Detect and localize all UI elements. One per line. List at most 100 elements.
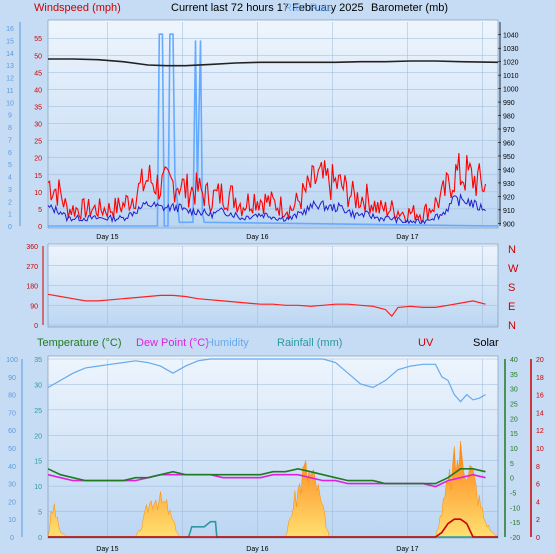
weather-charts: Windspeed (mph) Current last 72 hours 17…	[6, 2, 544, 553]
humidity-axis-tick-label: 100	[6, 357, 18, 364]
humidity-axis-tick-label: 10	[8, 517, 16, 524]
direction-axis-tick-label: 0	[34, 323, 38, 330]
wind-axis-tick-label: 20	[34, 156, 42, 163]
rain-rate-axis-tick-label: 7	[8, 137, 12, 144]
rain-rate-axis-tick-label: 13	[6, 63, 14, 70]
baro-axis-tick-label: 930	[503, 181, 515, 188]
wind-axis-tick-label: 15	[34, 173, 42, 180]
baro-axis-tick-label: 950	[503, 154, 515, 161]
uv-axis-tick-label: 2	[536, 517, 540, 524]
temperature-axis-tick-label: -20	[510, 535, 520, 542]
temperature-axis-tick-label: -5	[510, 491, 516, 498]
rain-rate-axis-tick-label: 4	[8, 175, 12, 182]
baro-axis-tick-label: 920	[503, 194, 515, 201]
wind-barometer-panel: 0510152025303540455055012345678910111213…	[6, 19, 519, 241]
rainfall-legend: Rainfall (mm)	[277, 337, 342, 349]
baro-axis-tick-label: 910	[503, 208, 515, 215]
uv-legend: UV	[418, 337, 434, 349]
wind-axis-tick-label: 0	[38, 224, 42, 231]
baro-axis-tick-label: 990	[503, 100, 515, 107]
humidity-axis-tick-label: 90	[8, 375, 16, 382]
rainfall-axis-tick-label: 35	[34, 357, 42, 364]
humidity-legend: Humidity	[206, 337, 249, 349]
rain-rate-axis-tick-label: 9	[8, 113, 12, 120]
humidity-axis-tick-label: 60	[8, 428, 16, 435]
baro-axis-tick-label: 1030	[503, 46, 519, 53]
humidity-axis-tick-label: 80	[8, 393, 16, 400]
rain-rate-axis-tick-label: 15	[6, 38, 14, 45]
dew-point-legend: Dew Point (°C)	[136, 337, 209, 349]
baro-axis-tick-label: 940	[503, 167, 515, 174]
temperature-legend: Temperature (°C)	[37, 337, 121, 349]
direction-axis-tick-label: 360	[26, 244, 38, 251]
temperature-axis-tick-label: 0	[510, 476, 514, 483]
wind-axis-tick-label: 40	[34, 87, 42, 94]
uv-axis-tick-label: 18	[536, 375, 544, 382]
rainfall-axis-tick-label: 5	[38, 510, 42, 517]
barometer-axis-title: Barometer (mb)	[371, 2, 448, 14]
humidity-axis-tick-label: 0	[10, 535, 14, 542]
baro-axis-tick-label: 1010	[503, 73, 519, 80]
windspeed-axis-title: Windspeed (mph)	[34, 2, 121, 14]
rainfall-axis-tick-label: 20	[34, 433, 42, 440]
temp-x-tick-label: Day 15	[96, 546, 118, 553]
uv-axis-tick-label: 4	[536, 499, 540, 506]
temperature-axis-tick-label: 15	[510, 431, 518, 438]
temperature-axis-tick-label: 20	[510, 416, 518, 423]
rain-rate-overlay-title: Rain Rate	[284, 2, 333, 14]
compass-label: S	[508, 282, 515, 294]
direction-axis-tick-label: 90	[30, 303, 38, 310]
wind-direction-panel: 090180270360 NWSEN	[26, 243, 519, 332]
uv-axis-tick-label: 12	[536, 428, 544, 435]
temp-x-tick-label: Day 17	[396, 546, 418, 553]
rain-rate-axis-tick-label: 1	[8, 212, 12, 219]
rain-rate-axis-tick-label: 3	[8, 187, 12, 194]
wind-axis-tick-label: 55	[34, 36, 42, 43]
humidity-axis-tick-label: 40	[8, 464, 16, 471]
rainfall-axis-tick-label: 0	[38, 535, 42, 542]
rain-rate-axis-tick-label: 11	[6, 88, 13, 95]
baro-axis-tick-label: 960	[503, 140, 515, 147]
temperature-axis-tick-label: 35	[510, 372, 518, 379]
humidity-axis-tick-label: 20	[8, 499, 16, 506]
baro-axis-tick-label: 1040	[503, 33, 519, 40]
rainfall-axis-tick-label: 15	[34, 459, 42, 466]
direction-axis-tick-label: 270	[26, 264, 38, 271]
baro-axis-tick-label: 970	[503, 127, 515, 134]
uv-axis-tick-label: 8	[536, 464, 540, 471]
rainfall-axis-tick-label: 25	[34, 408, 42, 415]
wind-axis-tick-label: 10	[34, 190, 42, 197]
uv-axis-tick-label: 0	[536, 535, 540, 542]
temperature-axis-tick-label: 5	[510, 461, 514, 468]
wind-axis-tick-label: 5	[38, 207, 42, 214]
baro-axis-tick-label: 900	[503, 221, 515, 228]
rain-rate-axis-tick-label: 16	[6, 26, 14, 33]
rain-rate-axis-tick-label: 2	[8, 199, 12, 206]
solar-legend: Solar	[473, 337, 499, 349]
wind-x-tick-label: Day 17	[396, 234, 418, 241]
humidity-axis-tick-label: 70	[8, 410, 16, 417]
humidity-axis-tick-label: 50	[8, 446, 16, 453]
humidity-axis-tick-label: 30	[8, 482, 16, 489]
rainfall-axis-tick-label: 10	[34, 484, 42, 491]
baro-axis-tick-label: 980	[503, 114, 515, 121]
compass-label: E	[508, 301, 515, 313]
wind-axis-tick-label: 35	[34, 105, 42, 112]
wind-x-tick-label: Day 16	[246, 234, 268, 241]
panel-temp-background	[47, 355, 499, 539]
rainfall-axis-tick-label: 30	[34, 382, 42, 389]
chart-title: Current last 72 hours 17 February 2025	[171, 2, 364, 14]
uv-axis-tick-label: 6	[536, 482, 540, 489]
wind-axis-tick-label: 25	[34, 139, 42, 146]
compass-label: W	[508, 263, 519, 275]
temperature-axis-tick-label: 30	[510, 387, 518, 394]
temperature-axis-tick-label: -10	[510, 505, 520, 512]
temp-x-tick-label: Day 16	[246, 546, 268, 553]
temp-humidity-rain-panel: 051015202530350102030405060708090100-20-…	[6, 355, 544, 553]
rain-rate-axis-tick-label: 12	[6, 76, 14, 83]
rain-rate-axis-tick-label: 0	[8, 224, 12, 231]
wind-axis-tick-label: 30	[34, 122, 42, 129]
uv-axis-tick-label: 14	[536, 410, 544, 417]
uv-axis-tick-label: 10	[536, 446, 544, 453]
wind-x-tick-label: Day 15	[96, 234, 118, 241]
